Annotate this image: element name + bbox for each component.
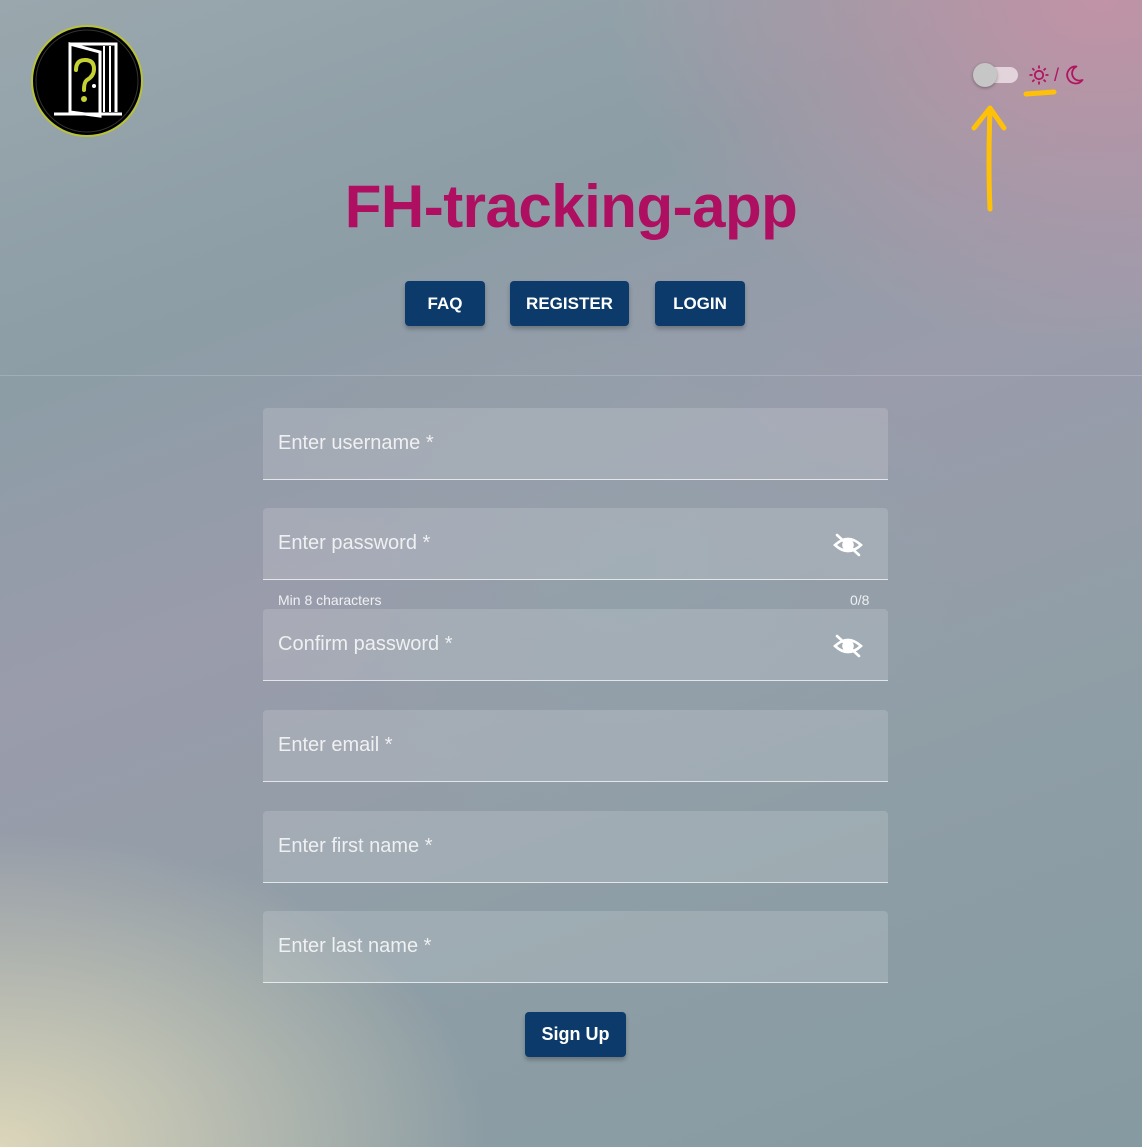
first-name-field-wrapper — [263, 811, 888, 883]
header-divider — [0, 375, 1142, 376]
email-input[interactable] — [263, 710, 888, 781]
faq-button[interactable]: FAQ — [405, 281, 485, 326]
eye-off-icon[interactable] — [833, 533, 863, 557]
password-input[interactable] — [263, 508, 888, 579]
username-input[interactable] — [263, 408, 888, 479]
sun-gear-icon — [1028, 64, 1050, 86]
sign-up-button[interactable]: Sign Up — [525, 1012, 626, 1057]
confirm-password-field-wrapper — [263, 609, 888, 681]
theme-separator: / — [1054, 64, 1060, 85]
first-name-input[interactable] — [263, 811, 888, 882]
register-button[interactable]: REGISTER — [510, 281, 629, 326]
theme-toggle: / — [973, 60, 1085, 90]
password-field-wrapper — [263, 508, 888, 580]
app-logo[interactable] — [30, 24, 144, 138]
page-title: FH-tracking-app — [344, 173, 798, 240]
password-counter: 0/8 — [850, 592, 870, 608]
moon-icon — [1063, 64, 1085, 86]
eye-off-icon[interactable] — [833, 634, 863, 658]
dark-mode-switch[interactable] — [973, 63, 1018, 87]
password-hint: Min 8 characters — [278, 592, 382, 608]
switch-thumb[interactable] — [973, 63, 997, 87]
confirm-password-input[interactable] — [263, 609, 888, 680]
last-name-input[interactable] — [263, 911, 888, 982]
login-button[interactable]: LOGIN — [655, 281, 745, 326]
main-nav: FAQ REGISTER LOGIN — [0, 281, 1142, 327]
email-field-wrapper — [263, 710, 888, 782]
username-field-wrapper — [263, 408, 888, 480]
last-name-field-wrapper — [263, 911, 888, 983]
